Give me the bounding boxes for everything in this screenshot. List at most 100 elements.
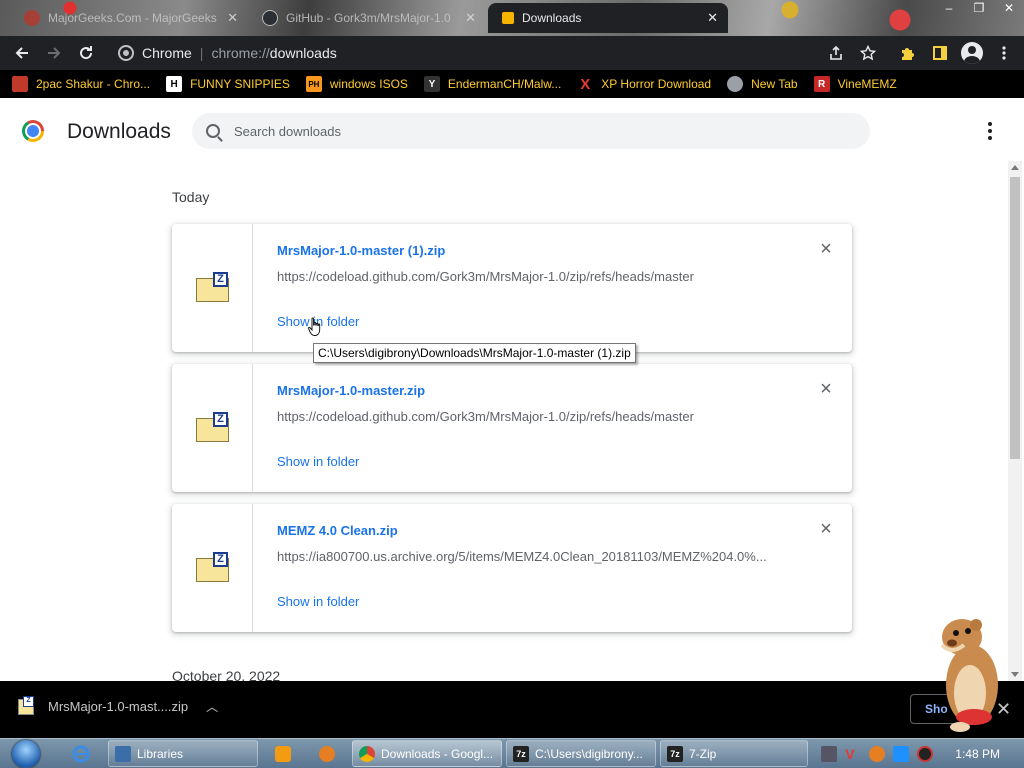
search-bar[interactable] [192, 113, 870, 149]
bookmark-label: EndermanCH/Malw... [447, 77, 562, 91]
address-bar[interactable]: Chrome | chrome:// downloads [108, 39, 888, 67]
restore-icon[interactable]: ❐ [964, 0, 994, 18]
minimize-icon[interactable]: – [934, 0, 964, 18]
bookmark-endermanch[interactable]: Y EndermanCH/Malw... [423, 76, 562, 92]
tab-majorgeeks[interactable]: MajorGeeks.Com - MajorGeeks ✕ [14, 3, 248, 33]
url-scheme: chrome:// [211, 45, 270, 61]
download-source-url[interactable]: https://codeload.github.com/Gork3m/MrsMa… [277, 269, 694, 284]
tray-search-icon[interactable] [869, 746, 886, 762]
extensions-button[interactable] [892, 37, 924, 69]
side-panel-icon [933, 46, 947, 60]
path-tooltip: C:\Users\digibrony\Downloads\MrsMajor-1.… [313, 343, 636, 363]
internet-explorer-icon [72, 745, 90, 762]
chrome-site-icon [118, 45, 134, 61]
share-button[interactable] [820, 37, 852, 69]
bookmark-label: VineMEMZ [837, 77, 897, 91]
bookmark-new-tab[interactable]: New Tab [727, 76, 798, 92]
majorgeeks-favicon-icon [24, 10, 40, 26]
share-icon [830, 45, 842, 60]
bookmark-label: New Tab [751, 77, 798, 91]
taskbar-libraries[interactable]: Libraries [108, 740, 258, 767]
chevron-up-icon[interactable]: ︿ [206, 698, 218, 715]
close-tab-icon[interactable]: ✕ [707, 10, 718, 26]
tray-icon[interactable] [821, 746, 838, 762]
github-favicon-icon [262, 10, 278, 26]
2pac-favicon-icon [12, 76, 28, 92]
page-scrollbar[interactable] [1008, 161, 1022, 681]
page-title: Downloads [67, 120, 171, 143]
taskbar-app-button[interactable] [304, 740, 350, 767]
browser-toolbar: Chrome | chrome:// downloads [0, 36, 1024, 70]
zip-file-icon [18, 695, 34, 715]
tab-github[interactable]: GitHub - Gork3m/MrsMajor-1.0 ✕ [252, 3, 486, 33]
taskbar-7zip[interactable]: 7z 7-Zip [660, 740, 808, 767]
close-tab-icon[interactable]: ✕ [227, 10, 238, 26]
bookmark-funny-snippies[interactable]: H FUNNY SNIPPIES [166, 76, 290, 92]
tray-network-icon[interactable] [893, 746, 910, 762]
scrollbar-thumb[interactable] [1010, 177, 1020, 459]
chrome-logo-icon [22, 120, 44, 142]
bookmark-xp-horror[interactable]: X XP Horror Download [577, 75, 712, 93]
download-filename-link[interactable]: MrsMajor-1.0-master.zip [277, 383, 425, 398]
taskbar-item-label: Downloads - Googl... [381, 746, 494, 761]
bookmark-label: windows ISOS [329, 77, 408, 91]
bookmarks-bar: 2pac Shakur - Chro... H FUNNY SNIPPIES P… [0, 70, 1024, 98]
page-menu-button[interactable] [980, 117, 1000, 145]
toolbar-actions [820, 36, 1020, 70]
tray-record-icon[interactable] [917, 746, 934, 762]
app-icon [319, 745, 335, 762]
download-filename-link[interactable]: MrsMajor-1.0-master (1).zip [277, 243, 445, 258]
taskbar-explorer-window[interactable]: 7z C:\Users\digibrony... [506, 740, 656, 767]
search-input[interactable] [234, 123, 834, 139]
hand-cursor-icon [308, 317, 321, 336]
download-card: Z MrsMajor-1.0-master (1).zip https://co… [172, 224, 852, 352]
close-tab-icon[interactable]: ✕ [465, 10, 476, 26]
taskbar-ie-button[interactable] [58, 740, 104, 767]
show-in-folder-link[interactable]: Show in folder [277, 454, 359, 469]
remove-download-icon[interactable]: × [818, 239, 834, 259]
hamster-desktop-buddy-icon [940, 619, 998, 732]
file-icon-column: Z [172, 224, 253, 352]
bookmark-windows-isos[interactable]: PH windows ISOS [305, 76, 408, 92]
7zip-icon: 7z [667, 745, 683, 762]
tab-title: MajorGeeks.Com - MajorGeeks [48, 11, 217, 25]
vertical-dots-icon [1002, 46, 1006, 60]
bookmark-2pac[interactable]: 2pac Shakur - Chro... [12, 76, 150, 92]
close-window-icon[interactable]: ✕ [994, 0, 1024, 18]
zip-file-icon: Z [196, 272, 229, 302]
scroll-down-icon[interactable] [1011, 672, 1019, 677]
x-favicon-icon: X [580, 75, 591, 93]
side-panel-button[interactable] [924, 37, 956, 69]
reload-button[interactable] [70, 37, 102, 69]
taskbar-chrome-downloads[interactable]: Downloads - Googl... [352, 740, 502, 767]
download-filename-link[interactable]: MEMZ 4.0 Clean.zip [277, 523, 398, 538]
search-icon [206, 124, 220, 138]
remove-download-icon[interactable]: × [818, 379, 834, 399]
start-button[interactable] [6, 739, 46, 768]
forward-button[interactable] [38, 37, 70, 69]
download-source-url[interactable]: https://codeload.github.com/Gork3m/MrsMa… [277, 409, 694, 424]
download-card: Z MEMZ 4.0 Clean.zip https://ia800700.us… [172, 504, 852, 632]
remove-download-icon[interactable]: × [818, 519, 834, 539]
bookmark-star-button[interactable] [852, 37, 884, 69]
download-shelf: MrsMajor-1.0-mast....zip ︿ Sho ✕ [0, 681, 1024, 738]
file-icon-column: Z [172, 504, 253, 632]
profile-button[interactable] [956, 37, 988, 69]
shelf-download-item[interactable]: MrsMajor-1.0-mast....zip ︿ [18, 695, 218, 715]
bookmark-vinememz[interactable]: R VineMEMZ [813, 76, 897, 92]
windows-taskbar: Libraries Downloads - Googl... 7z C:\Use… [0, 738, 1024, 768]
bookmark-label: XP Horror Download [601, 77, 712, 91]
back-button[interactable] [6, 37, 38, 69]
tab-downloads[interactable]: Downloads ✕ [488, 3, 728, 33]
taskbar-clock[interactable]: 1:48 PM [955, 747, 1000, 761]
show-in-folder-link[interactable]: Show in folder [277, 594, 359, 609]
r-favicon-icon: R [813, 76, 830, 92]
new-tab-favicon-icon [727, 76, 744, 92]
scroll-up-icon[interactable] [1011, 165, 1019, 170]
chrome-menu-button[interactable] [988, 37, 1020, 69]
tray-v-icon[interactable]: V [845, 746, 861, 762]
downloads-favicon-icon [502, 12, 514, 24]
reload-icon [80, 46, 93, 60]
download-source-url[interactable]: https://ia800700.us.archive.org/5/items/… [277, 549, 767, 564]
taskbar-media-player-button[interactable] [260, 740, 306, 767]
